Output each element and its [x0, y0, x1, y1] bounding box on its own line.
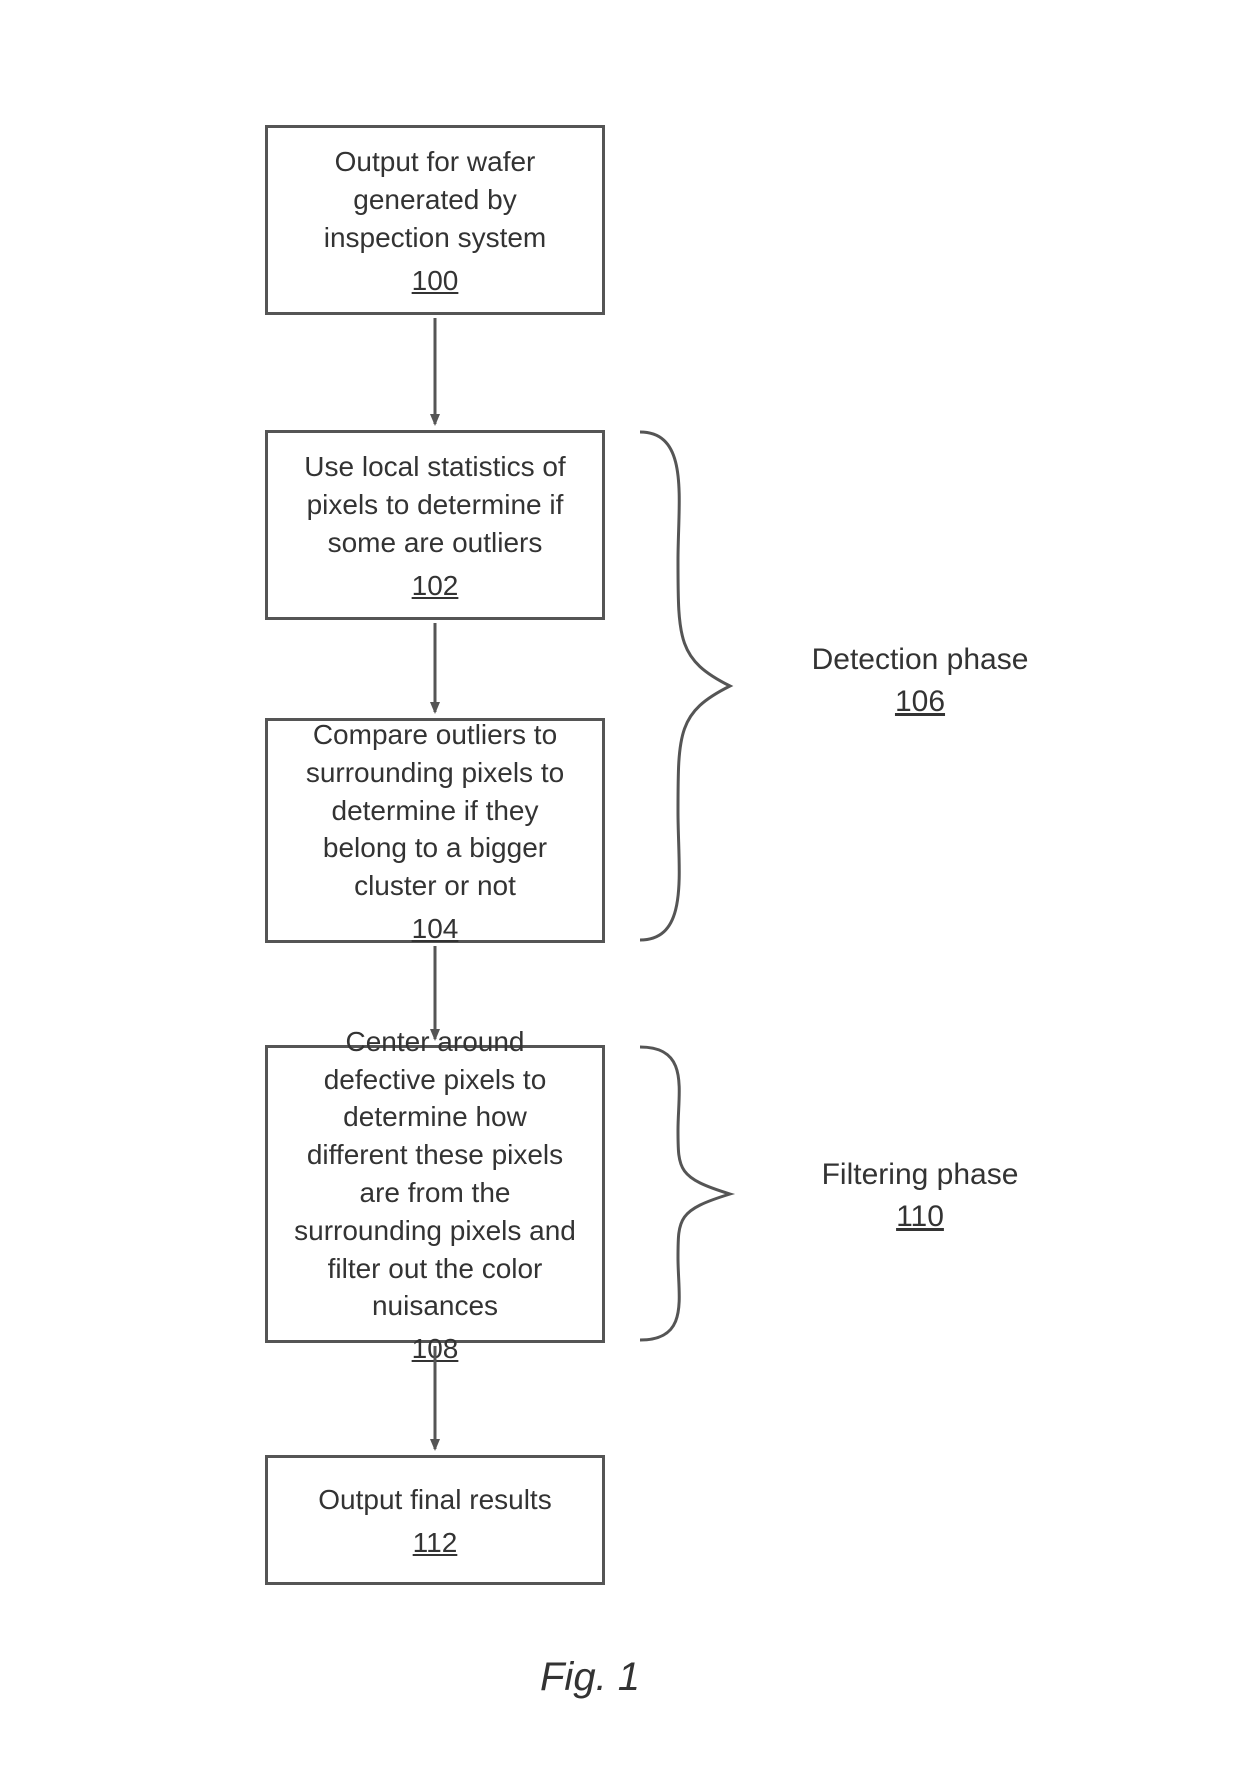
phase-label-filtering: Filtering phase 110	[790, 1155, 1050, 1234]
label-text: Filtering phase	[790, 1155, 1050, 1194]
figure-caption: Fig. 1	[540, 1655, 640, 1700]
box-ref: 100	[412, 265, 459, 297]
box-ref: 102	[412, 570, 459, 602]
label-ref: 110	[790, 1200, 1050, 1234]
label-ref: 106	[790, 685, 1050, 719]
connectors-overlay	[0, 0, 1240, 1766]
flow-box-112: Output final results 112	[265, 1455, 605, 1585]
box-text: Output for wafer generated by inspection…	[292, 143, 578, 256]
box-text: Output final results	[318, 1481, 551, 1519]
box-ref: 104	[412, 913, 459, 945]
flow-box-100: Output for wafer generated by inspection…	[265, 125, 605, 315]
brace-detection	[640, 432, 730, 940]
phase-label-detection: Detection phase 106	[790, 640, 1050, 719]
box-text: Use local statistics of pixels to determ…	[292, 448, 578, 561]
box-ref: 108	[412, 1333, 459, 1365]
box-ref: 112	[413, 1527, 458, 1559]
flow-box-102: Use local statistics of pixels to determ…	[265, 430, 605, 620]
label-text: Detection phase	[790, 640, 1050, 679]
flow-box-108: Center around defective pixels to determ…	[265, 1045, 605, 1343]
brace-filtering	[640, 1047, 730, 1340]
box-text: Compare outliers to surrounding pixels t…	[292, 716, 578, 905]
box-text: Center around defective pixels to determ…	[292, 1023, 578, 1325]
flow-box-104: Compare outliers to surrounding pixels t…	[265, 718, 605, 943]
